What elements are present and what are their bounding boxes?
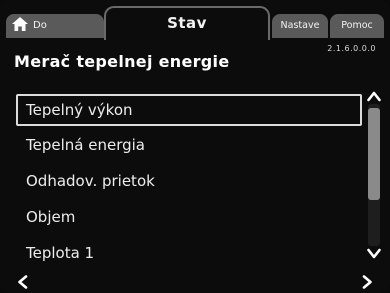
list-item-heat-output[interactable]: Tepelný výkon (16, 94, 362, 126)
tab-settings[interactable]: Nastave (272, 14, 328, 38)
footer-nav (0, 269, 390, 293)
pump-display-screen: Do Stav Nastave Pomoc 2.1.6.0.0.0 Merač … (0, 0, 390, 293)
list-item-temperature-1[interactable]: Teplota 1 (16, 238, 362, 270)
menu-list: Tepelný výkon Tepelná energia Odhadov. p… (16, 94, 362, 274)
tab-bar: Do Stav Nastave Pomoc (6, 6, 384, 40)
home-icon (12, 16, 28, 31)
tab-home-label: Do (33, 20, 47, 31)
tab-help[interactable]: Pomoc (330, 14, 384, 38)
chevron-down-icon[interactable] (367, 248, 381, 260)
tab-home[interactable]: Do (6, 14, 104, 38)
page-title: Merač tepelnej energie (14, 52, 230, 71)
chevron-up-icon[interactable] (367, 90, 381, 102)
tab-status[interactable]: Stav (104, 6, 270, 40)
scroll-thumb[interactable] (368, 108, 380, 200)
menu-id: 2.1.6.0.0.0 (327, 44, 376, 53)
list-item-volume[interactable]: Objem (16, 202, 362, 234)
list-item-heat-energy[interactable]: Tepelná energia (16, 130, 362, 162)
scrollbar[interactable] (366, 90, 382, 260)
list-item-estimated-flow[interactable]: Odhadov. prietok (16, 166, 362, 198)
chevron-left-icon[interactable] (16, 275, 30, 289)
chevron-right-icon[interactable] (360, 275, 374, 289)
